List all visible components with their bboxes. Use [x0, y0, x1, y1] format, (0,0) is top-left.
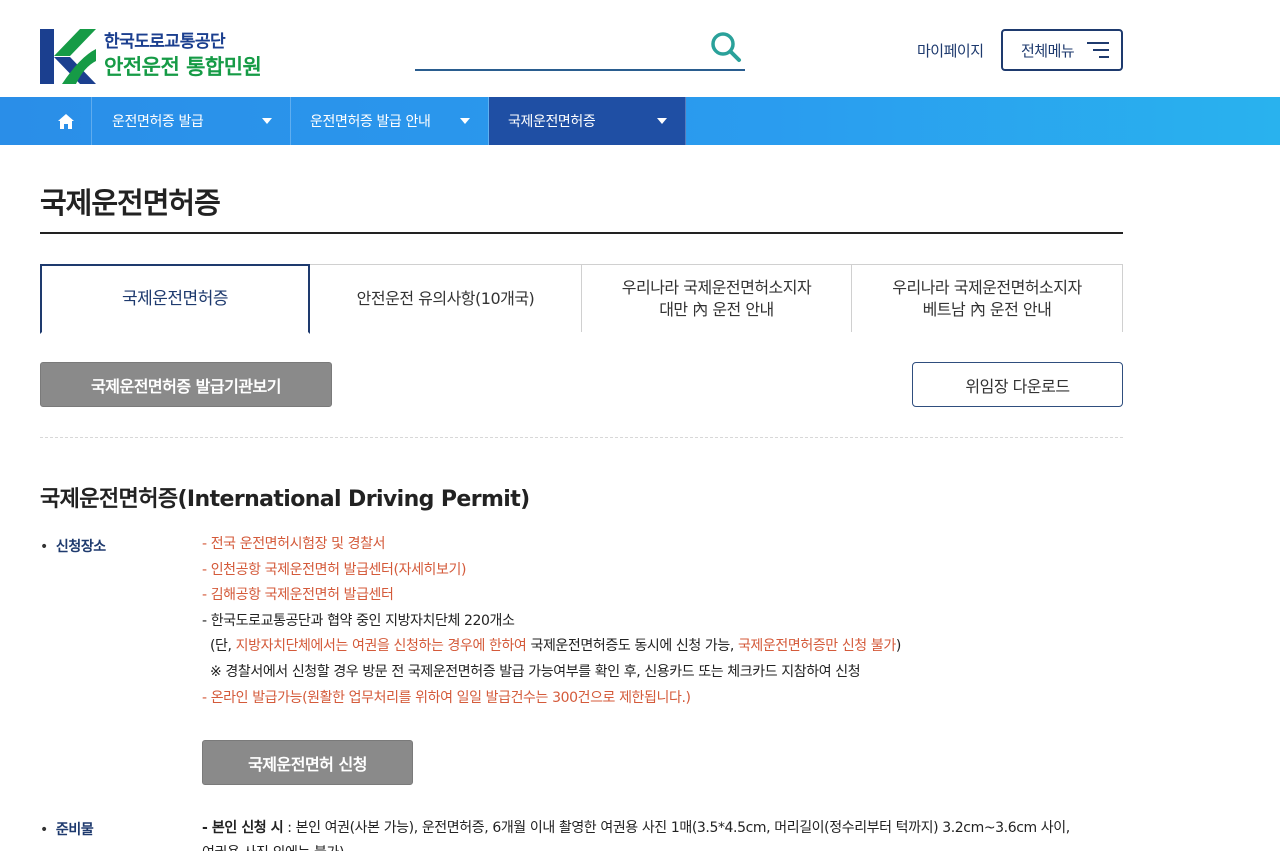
apply-place-label: 신청장소 — [40, 536, 106, 556]
prep-detail: : 본인 여권(사본 가능), 운전면허증, 6개월 이내 촬영한 여권용 사진… — [283, 820, 1070, 836]
nav-item-license-guide[interactable]: 운전면허증 발급 안내 — [291, 97, 489, 145]
prep-bold: - 본인 신청 시 — [202, 820, 284, 836]
note-text: 국제운전면허증도 동시에 신청 가능, — [526, 638, 738, 655]
list-item: - 김해공항 국제운전면허 발급센터 — [202, 587, 394, 604]
tab-label: 우리나라 국제운전면허소지자 베트남 內 운전 안내 — [892, 277, 1082, 319]
mypage-link[interactable]: 마이페이지 — [917, 40, 984, 61]
nav-item-license-issue[interactable]: 운전면허증 발급 — [92, 97, 291, 145]
search-icon — [711, 32, 741, 62]
note-text: 국제운전면허증만 신청 불가 — [737, 638, 896, 655]
caret-down-icon — [657, 118, 667, 124]
title-divider — [40, 232, 1123, 234]
apply-place-list: - 전국 운전면허시험장 및 경찰서 - 인천공항 국제운전면허 발급센터(자세… — [202, 534, 1122, 713]
note-text: ) — [895, 638, 901, 655]
nav-item-international[interactable]: 국제운전면허증 — [489, 97, 686, 145]
tab-safety-notes[interactable]: 안전운전 유의사항(10개국) — [310, 264, 582, 332]
tab-label: 국제운전면허증 — [122, 289, 228, 309]
section-title: 국제운전면허증(International Driving Permit) — [40, 487, 530, 512]
nav-item-label: 운전면허증 발급 안내 — [310, 114, 431, 130]
incheon-airport-link[interactable]: - 인천공항 국제운전면허 발급센터(자세히보기) — [202, 560, 1122, 586]
page-title: 국제운전면허증 — [40, 186, 221, 220]
content-tabs: 국제운전면허증 안전운전 유의사항(10개국) 우리나라 국제운전면허소지자 대… — [40, 264, 1123, 334]
tab-taiwan-guide[interactable]: 우리나라 국제운전면허소지자 대만 內 운전 안내 — [582, 264, 852, 332]
prep-text: - 본인 신청 시 : 본인 여권(사본 가능), 운전면허증, 6개월 이내 … — [202, 818, 1122, 838]
search-input[interactable] — [415, 34, 700, 64]
tab-label: 우리나라 국제운전면허소지자 대만 內 운전 안내 — [621, 277, 812, 319]
site-title: 안전운전 통합민원 — [104, 55, 262, 79]
tab-label: 안전운전 유의사항(10개국) — [356, 288, 535, 308]
home-icon — [57, 113, 74, 129]
site-logo[interactable]: 한국도로교통공단 안전운전 통합민원 — [40, 28, 290, 84]
caret-down-icon — [460, 118, 470, 124]
main-nav: 운전면허증 발급 운전면허증 발급 안내 국제운전면허증 — [0, 97, 1280, 145]
caret-down-icon — [262, 118, 272, 124]
org-name: 한국도로교통공단 — [104, 32, 226, 52]
nav-item-label: 운전면허증 발급 — [112, 114, 204, 130]
note-text: 지방자치단체에서는 여권을 신청하는 경우에 한하여 — [235, 638, 527, 655]
nav-home-button[interactable] — [40, 97, 92, 145]
tab-vietnam-guide[interactable]: 우리나라 국제운전면허소지자 베트남 內 운전 안내 — [852, 264, 1123, 332]
list-item: - 전국 운전면허시험장 및 경찰서 — [202, 536, 386, 552]
proxy-download-button[interactable]: 위임장 다운로드 — [912, 362, 1123, 407]
tab-international-license[interactable]: 국제운전면허증 — [40, 264, 310, 334]
list-item: ※ 경찰서에서 신청할 경우 방문 전 국제운전면허증 발급 가능여부를 확인 … — [210, 663, 861, 680]
agency-view-button[interactable]: 국제운전면허증 발급기관보기 — [40, 362, 332, 407]
list-item: (단, 지방자치단체에서는 여권을 신청하는 경우에 한하여 국제운전면허증도 … — [202, 636, 1122, 662]
koroad-logo-icon — [40, 28, 96, 84]
prep-text-continued: 여권용 사진 외에는 불가) — [202, 842, 344, 851]
site-header: 한국도로교통공단 안전운전 통합민원 마이페이지 전체메뉴 — [0, 0, 1280, 97]
hamburger-icon — [1087, 41, 1109, 59]
list-item: - 온라인 발급가능(원활한 업무처리를 위하여 일일 발급건수는 300건으로… — [202, 689, 691, 706]
allmenu-button[interactable]: 전체메뉴 — [1001, 29, 1123, 71]
allmenu-label: 전체메뉴 — [1021, 41, 1075, 60]
note-text: (단, — [210, 638, 236, 655]
list-item: - 한국도로교통공단과 협약 중인 지방자치단체 220개소 — [202, 612, 515, 629]
search-bar — [415, 28, 745, 71]
search-button[interactable] — [709, 30, 743, 64]
nav-item-label: 국제운전면허증 — [508, 114, 596, 130]
section-divider — [40, 437, 1123, 438]
prep-label: 준비물 — [40, 819, 94, 839]
apply-button[interactable]: 국제운전면허 신청 — [202, 740, 413, 785]
